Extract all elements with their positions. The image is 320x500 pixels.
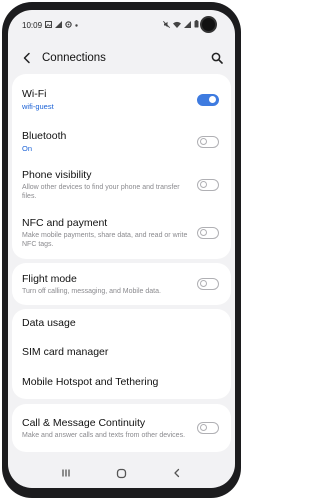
back-icon[interactable] xyxy=(167,463,187,483)
toggle-knob xyxy=(199,280,207,288)
wifi-status: wifi-guest xyxy=(22,102,54,111)
wifi-toggle[interactable] xyxy=(197,94,219,106)
flight-mode-label: Flight mode xyxy=(22,272,77,285)
front-camera xyxy=(200,16,217,33)
settings-notification-icon xyxy=(65,20,72,30)
data-usage-label: Data usage xyxy=(22,316,76,329)
image-notification-icon xyxy=(45,20,53,30)
flight-mode-toggle[interactable] xyxy=(197,278,219,290)
phone-visibility-description: Allow other devices to find your phone a… xyxy=(22,184,180,200)
nfc-payment-description: Make mobile payments, share data, and re… xyxy=(22,232,188,248)
status-time: 10:09 xyxy=(22,20,43,30)
call-message-continuity-label: Call & Message Continuity xyxy=(22,416,146,429)
toggle-knob xyxy=(199,138,207,146)
mobile-hotspot-label: Mobile Hotspot and Tethering xyxy=(22,375,159,388)
flight-mode-description: Turn off calling, messaging, and Mobile … xyxy=(22,287,161,295)
sim-card-manager-label: SIM card manager xyxy=(22,345,109,358)
connections-group-4: Call & Message Continuity Make and answe… xyxy=(12,404,231,452)
recent-apps-icon[interactable] xyxy=(56,463,76,483)
battery-icon xyxy=(194,20,199,30)
toggle-knob xyxy=(199,424,207,432)
bluetooth-toggle[interactable] xyxy=(197,136,219,148)
list-item-nfc-payment[interactable]: NFC and payment Make mobile payments, sh… xyxy=(12,210,231,256)
navigation-bar xyxy=(8,458,235,488)
call-message-continuity-toggle[interactable] xyxy=(197,422,219,434)
nfc-payment-toggle[interactable] xyxy=(197,227,219,239)
list-item-phone-visibility[interactable]: Phone visibility Allow other devices to … xyxy=(12,162,231,208)
nfc-payment-label: NFC and payment xyxy=(22,217,108,229)
screen: 10:09 Connections Wi-Fi wifi-guest Bluet… xyxy=(8,10,235,488)
page-title: Connections xyxy=(42,52,106,64)
list-item-sim-card-manager[interactable]: SIM card manager xyxy=(12,338,231,366)
wifi-label: Wi-Fi xyxy=(22,88,47,100)
mute-icon xyxy=(162,20,171,30)
more-notifications-icon xyxy=(75,22,78,29)
toggle-knob xyxy=(199,229,207,237)
list-item-mobile-hotspot[interactable]: Mobile Hotspot and Tethering xyxy=(12,368,231,396)
list-item-data-usage[interactable]: Data usage xyxy=(12,309,231,337)
list-item-flight-mode[interactable]: Flight mode Turn off calling, messaging,… xyxy=(12,263,231,305)
search-icon[interactable] xyxy=(209,50,225,66)
list-item-wifi[interactable]: Wi-Fi wifi-guest xyxy=(12,80,231,120)
header: Connections xyxy=(8,40,235,76)
connections-group-2: Flight mode Turn off calling, messaging,… xyxy=(12,263,231,305)
list-item-bluetooth[interactable]: Bluetooth On xyxy=(12,122,231,162)
call-message-continuity-description: Make and answer calls and texts from oth… xyxy=(22,431,186,439)
status-bar: 10:09 xyxy=(8,10,235,40)
home-icon[interactable] xyxy=(111,463,131,483)
bluetooth-label: Bluetooth xyxy=(22,130,67,142)
toggle-knob xyxy=(199,181,207,189)
signal-strength-icon xyxy=(55,20,63,30)
toggle-knob xyxy=(209,96,216,104)
phone-visibility-label: Phone visibility xyxy=(22,169,92,181)
back-arrow-icon[interactable] xyxy=(18,49,36,67)
list-item-call-message-continuity[interactable]: Call & Message Continuity Make and answe… xyxy=(12,406,231,450)
wifi-icon xyxy=(173,21,181,30)
phone-visibility-toggle[interactable] xyxy=(197,179,219,191)
connections-group-3: Data usage SIM card manager Mobile Hotsp… xyxy=(12,309,231,399)
signal-strength-icon xyxy=(184,20,191,30)
connections-group-1: Wi-Fi wifi-guest Bluetooth On Phone visi… xyxy=(12,74,231,259)
bluetooth-status: On xyxy=(22,144,33,153)
